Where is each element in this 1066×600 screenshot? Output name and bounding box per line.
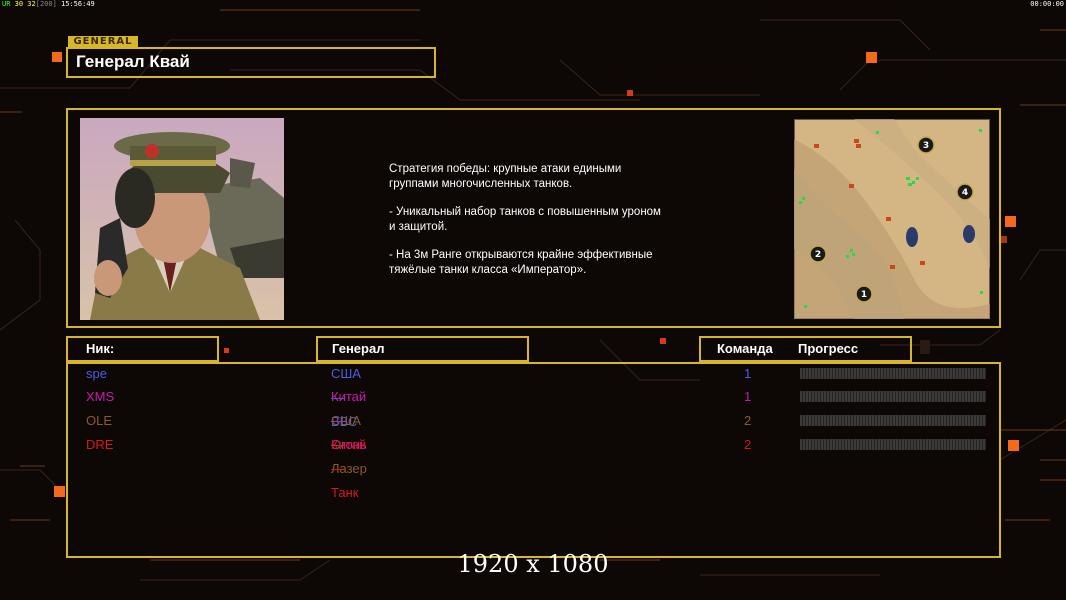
spawn-1: 1 [861, 290, 867, 300]
general-header: Генерал [332, 341, 385, 356]
general-description: Стратегия победы: крупные атаки едиными … [389, 162, 719, 291]
minimap[interactable]: 3 4 2 1 [794, 119, 990, 319]
general-header-frame: Генерал [316, 336, 529, 362]
player-team: 1 [744, 366, 752, 381]
status-left: UR 30 32[200] 15:56:49 [2, 0, 95, 9]
general-name: Генерал Квай [76, 52, 190, 71]
player-general: Китай — Танк [331, 437, 367, 500]
resolution-caption: 1920 x 1080 [457, 550, 609, 578]
progress-bar [800, 391, 986, 402]
spawn-3: 3 [923, 141, 929, 151]
player-nick: spe [86, 366, 107, 381]
general-title-frame: Генерал Квай [66, 47, 436, 78]
player-nick: DRE [86, 437, 114, 452]
spawn-2: 2 [815, 250, 821, 260]
spawn-4: 4 [962, 188, 968, 198]
status-time: 15:56:49 [61, 0, 95, 8]
player-nick: OLE [86, 413, 113, 428]
progress-header: Прогресс [798, 341, 859, 356]
team-progress-header-frame: Команда Прогресс [699, 336, 912, 362]
status-bracket: [200] [35, 0, 57, 8]
player-nick: XMS [86, 389, 115, 404]
nick-header: Ник: [86, 341, 115, 356]
status-numbers: 30 32 [14, 0, 36, 8]
player-team: 2 [744, 437, 752, 452]
progress-bar [800, 415, 986, 426]
progress-bar [800, 368, 986, 379]
description-strategy: Стратегия победы: крупные атаки едиными … [389, 163, 622, 190]
general-portrait [80, 118, 284, 320]
team-header: Команда [717, 341, 773, 356]
player-team: 2 [744, 413, 752, 428]
progress-bar [800, 439, 986, 450]
status-timer: 00:00:00 [1030, 0, 1064, 8]
player-team: 1 [744, 389, 752, 404]
description-rank3: - На 3м Ранге открываются крайне эффекти… [389, 249, 653, 276]
description-tanks: - Уникальный набор танков с повышенным у… [389, 206, 661, 233]
nick-header-frame: Ник: [66, 336, 219, 362]
status-bar: UR 30 32[200] 15:56:49 00:00:00 [0, 0, 1066, 9]
status-code: UR [2, 0, 11, 8]
